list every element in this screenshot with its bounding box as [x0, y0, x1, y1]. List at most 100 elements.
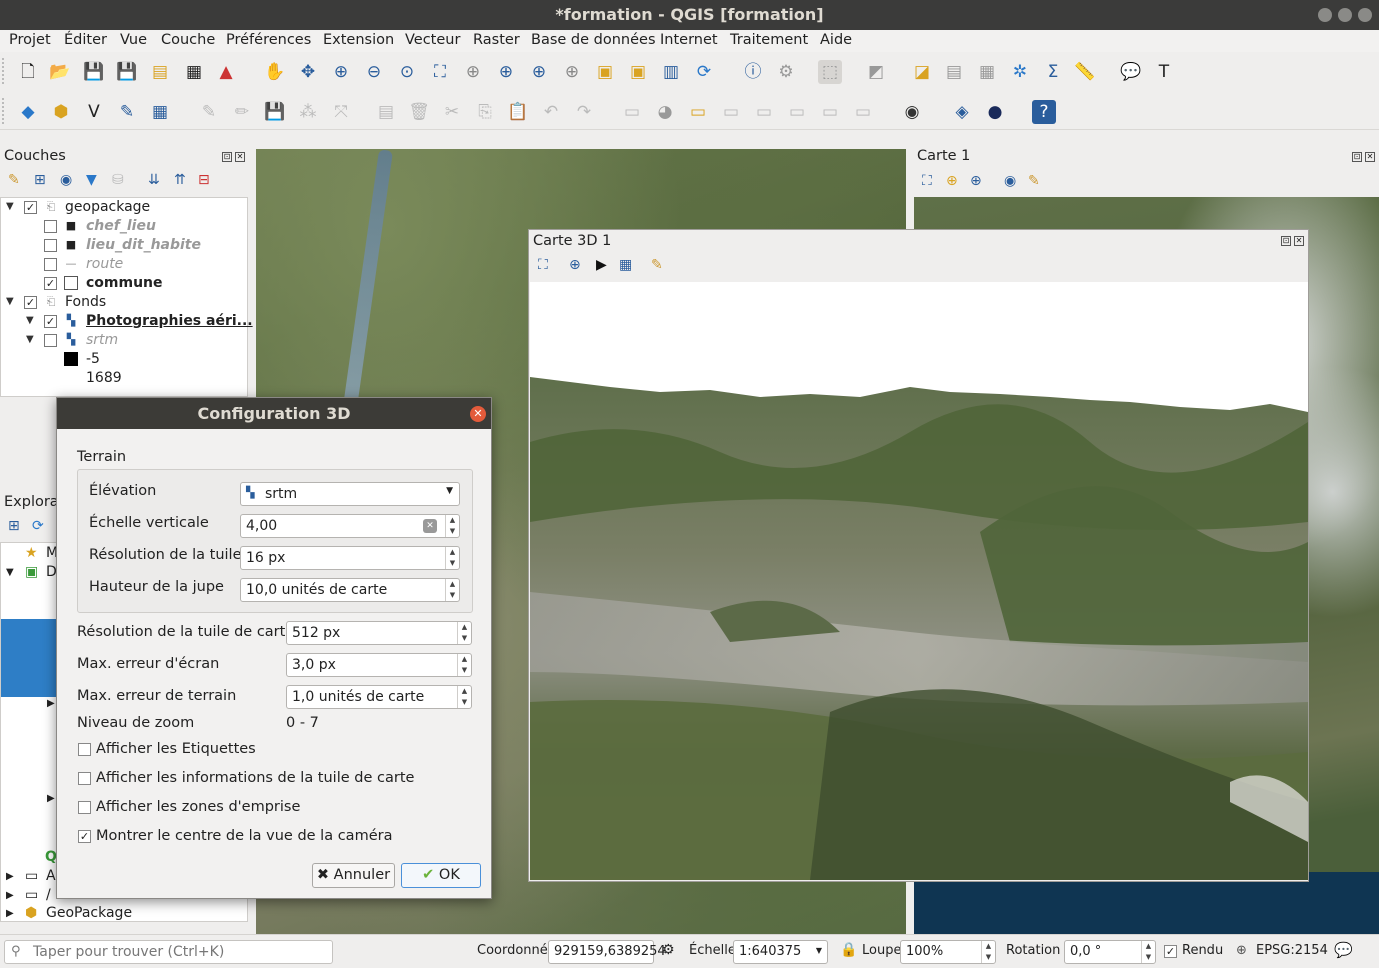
- identify-icon[interactable]: ⊕: [569, 257, 581, 273]
- collapse-all-icon[interactable]: ⇈: [174, 172, 186, 188]
- crs-icon[interactable]: ⊕: [1236, 943, 1247, 958]
- screen-error-spinbox[interactable]: 3,0 px ▲ ▼: [286, 653, 472, 677]
- new-project-icon[interactable]: 🗋: [21, 62, 35, 82]
- show-hide-label-icon[interactable]: ▭: [756, 102, 772, 122]
- label-toolbar-icon[interactable]: ▭: [690, 102, 706, 122]
- maximize-button[interactable]: [1338, 8, 1352, 22]
- menu-vecteur[interactable]: Vecteur: [405, 32, 460, 48]
- zoom-selection-icon[interactable]: ⊕: [970, 173, 982, 189]
- close-carte1-button[interactable]: ✕: [1365, 152, 1375, 162]
- menu-projet[interactable]: Projet: [9, 32, 51, 48]
- select-value-icon[interactable]: ◩: [868, 62, 884, 82]
- expand-arrow-icon[interactable]: ▼: [6, 296, 14, 307]
- expand-arrow-icon[interactable]: ▶: [6, 890, 14, 901]
- minimize-button[interactable]: [1318, 8, 1332, 22]
- filter-icon[interactable]: ▼: [86, 172, 97, 188]
- zoom-out-icon[interactable]: ⊖: [367, 62, 381, 82]
- zoom-native-icon[interactable]: ⊙: [400, 62, 414, 82]
- layer-row-chef-lieu[interactable]: ■ chef_lieu: [1, 218, 247, 237]
- float-carte1-button[interactable]: ⊡: [1352, 152, 1362, 162]
- attribute-table-icon[interactable]: ▤: [946, 62, 962, 82]
- rotate-label-icon[interactable]: ▭: [822, 102, 838, 122]
- new-spatialite-icon[interactable]: ✎: [120, 102, 134, 122]
- deselect-icon[interactable]: ◪: [914, 62, 930, 82]
- export-image-icon[interactable]: ▦: [619, 257, 632, 273]
- browser-row-geopackage[interactable]: ▶ ⬢ GeoPackage: [1, 905, 247, 924]
- cut-icon[interactable]: ✂: [445, 102, 459, 122]
- add-selected-icon[interactable]: ⊞: [8, 518, 20, 534]
- view-theme-icon[interactable]: ◉: [1004, 173, 1016, 189]
- zoom-last-icon[interactable]: ⊕: [532, 62, 546, 82]
- copy-icon[interactable]: ⎘: [478, 102, 492, 122]
- visibility-icon[interactable]: ◉: [60, 172, 72, 188]
- cancel-button[interactable]: ✖ Annuler: [312, 863, 395, 888]
- new-geopackage-icon[interactable]: ⬢: [54, 102, 69, 122]
- layer-checkbox[interactable]: ✓: [44, 277, 57, 290]
- spinbox-arrows[interactable]: ▲ ▼: [457, 686, 471, 708]
- configure-icon[interactable]: ✎: [651, 257, 663, 273]
- map-tile-resolution-spinbox[interactable]: 512 px ▲ ▼: [286, 621, 472, 645]
- show-bbox-label[interactable]: Afficher les zones d'emprise: [96, 799, 300, 815]
- menu-internet[interactable]: Internet: [660, 32, 718, 48]
- menu-couche[interactable]: Couche: [161, 32, 215, 48]
- spinbox-arrows[interactable]: ▲ ▼: [981, 941, 995, 963]
- layer-checkbox[interactable]: [44, 334, 57, 347]
- identify-icon[interactable]: ⓘ: [745, 62, 762, 82]
- layer-checkbox[interactable]: ✓: [44, 315, 57, 328]
- paste-icon[interactable]: 📋: [507, 102, 528, 122]
- remove-layer-icon[interactable]: ⊟: [198, 172, 210, 188]
- spinbox-arrows[interactable]: ▲ ▼: [445, 547, 459, 569]
- layer-row-lieu-dit-habite[interactable]: ■ lieu_dit_habite: [1, 237, 247, 256]
- temporal-icon[interactable]: ▥: [663, 62, 679, 82]
- vertical-scale-spinbox[interactable]: 4,00 ✕ ▲ ▼: [240, 514, 460, 538]
- change-label-icon[interactable]: ▭: [855, 102, 871, 122]
- show-camera-center-label[interactable]: Montrer le centre de la vue de la caméra: [96, 828, 392, 844]
- save-edits-icon[interactable]: 💾: [264, 102, 285, 122]
- close-layers-panel-button[interactable]: ✕: [235, 152, 245, 162]
- layout-manager-icon[interactable]: ▦: [186, 62, 202, 82]
- show-camera-center-checkbox[interactable]: ✓: [78, 830, 91, 843]
- rotation-spinbox[interactable]: 0,0 ° ▲ ▼: [1064, 940, 1156, 964]
- render-checkbox[interactable]: ✓: [1164, 945, 1177, 958]
- add-group-icon[interactable]: ⊞: [34, 172, 46, 188]
- layer-checkbox[interactable]: ✓: [24, 201, 37, 214]
- diagram-icon[interactable]: ◕: [658, 102, 673, 122]
- pan-icon[interactable]: ✋: [264, 62, 285, 82]
- refresh-browser-icon[interactable]: ⟳: [32, 518, 44, 534]
- menu-preferences[interactable]: Préférences: [226, 32, 311, 48]
- toolbar-grip[interactable]: [2, 58, 7, 84]
- zoom-full-icon[interactable]: ⛶: [538, 257, 548, 273]
- close-window-button[interactable]: [1358, 8, 1372, 22]
- statistical-summary-icon[interactable]: Σ: [1048, 62, 1059, 82]
- expand-arrow-icon[interactable]: ▼: [6, 201, 14, 212]
- map-tips-icon[interactable]: 💬: [1120, 62, 1141, 82]
- new-shapefile-icon[interactable]: V: [88, 102, 100, 122]
- show-labels-label[interactable]: Afficher les Etiquettes: [96, 741, 256, 757]
- show-bbox-checkbox[interactable]: [78, 801, 91, 814]
- map-settings-icon[interactable]: ✎: [1028, 173, 1040, 189]
- layer-row-route[interactable]: — route: [1, 256, 247, 275]
- dialog-close-button[interactable]: ✕: [470, 406, 486, 422]
- pin-label-icon[interactable]: ▭: [723, 102, 739, 122]
- refresh-icon[interactable]: ⟳: [697, 62, 711, 82]
- vertex-tool-icon[interactable]: ⤧: [334, 102, 348, 122]
- menu-traitement[interactable]: Traitement: [730, 32, 808, 48]
- toolbar-grip-2[interactable]: [2, 98, 7, 124]
- skirt-height-spinbox[interactable]: 10,0 unités de carte ▲ ▼: [240, 578, 460, 602]
- menu-editer[interactable]: Éditer: [64, 32, 107, 48]
- spinbox-arrows[interactable]: ▲ ▼: [445, 515, 459, 537]
- coordinate-field[interactable]: 929159,6389254: [548, 940, 666, 964]
- add-feature-icon[interactable]: ⁂: [300, 102, 317, 122]
- new-bookmark-icon[interactable]: ▣: [597, 62, 613, 82]
- globe-icon[interactable]: ●: [988, 102, 1003, 122]
- zoom-next-icon[interactable]: ⊕: [565, 62, 579, 82]
- close-carte3d-button[interactable]: ✕: [1294, 236, 1304, 246]
- edit-icon[interactable]: ✎: [202, 102, 216, 122]
- float-layers-panel-button[interactable]: ⊡: [222, 152, 232, 162]
- magnifier-spinbox[interactable]: 100% ▲ ▼: [900, 940, 996, 964]
- menu-base-de-donnees[interactable]: Base de données: [531, 32, 656, 48]
- measure-icon[interactable]: 📏: [1074, 62, 1095, 82]
- processing-toolbox-icon[interactable]: ✲: [1013, 62, 1027, 82]
- tile-resolution-spinbox[interactable]: 16 px ▲ ▼: [240, 546, 460, 570]
- toggle-editing-icon[interactable]: ✏: [235, 102, 249, 122]
